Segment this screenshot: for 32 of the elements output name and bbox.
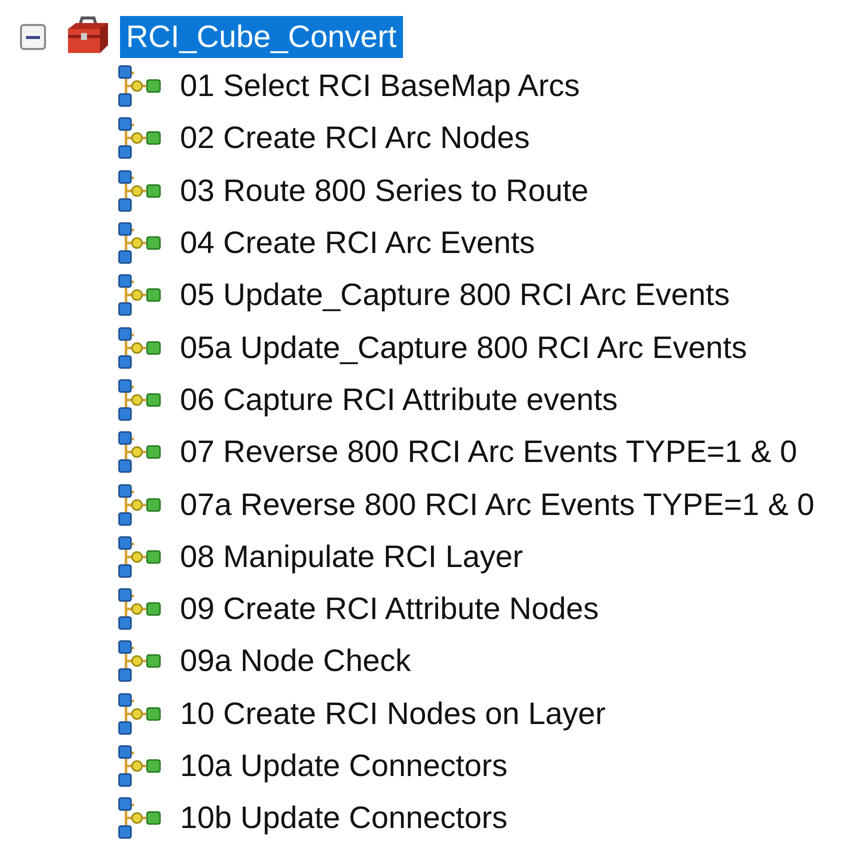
model-icon bbox=[116, 326, 164, 370]
tree-item[interactable]: 10b Update Connectors bbox=[174, 797, 514, 840]
model-icon bbox=[116, 378, 164, 422]
tree-item[interactable]: 05a Update_Capture 800 RCI Arc Events bbox=[174, 326, 753, 369]
tree-item[interactable]: 01 Select RCI BaseMap Arcs bbox=[174, 65, 586, 108]
tree-item[interactable]: 09a Node Check bbox=[174, 640, 417, 682]
tree-item[interactable]: RCI_Cube_Convert bbox=[120, 16, 403, 58]
model-icon bbox=[116, 430, 164, 474]
model-icon bbox=[116, 64, 164, 108]
tree-item[interactable]: 08 Manipulate RCI Layer bbox=[174, 536, 529, 578]
model-icon bbox=[116, 273, 164, 318]
tree-item[interactable]: 10a Update Connectors bbox=[174, 745, 514, 787]
model-icon bbox=[116, 116, 164, 160]
tree-item[interactable]: 07 Reverse 800 RCI Arc Events TYPE=1 & 0 bbox=[174, 431, 804, 474]
tree-item[interactable]: 10 Create RCI Nodes on Layer bbox=[174, 692, 612, 735]
model-icon bbox=[116, 482, 164, 527]
tree-item[interactable]: 05 Update_Capture 800 RCI Arc Events bbox=[174, 274, 736, 316]
model-icon bbox=[116, 168, 164, 213]
model-icon bbox=[116, 534, 164, 579]
tree-item[interactable]: 03 Route 800 Series to Route bbox=[174, 170, 594, 212]
model-icon bbox=[116, 587, 164, 632]
collapse-icon[interactable] bbox=[20, 24, 46, 50]
model-icon bbox=[116, 639, 164, 684]
tree-item[interactable]: 06 Capture RCI Attribute events bbox=[174, 378, 624, 421]
tree-item[interactable]: 07a Reverse 800 RCI Arc Events TYPE=1 & 0 bbox=[174, 484, 820, 526]
model-icon bbox=[116, 796, 164, 840]
model-icon bbox=[116, 692, 164, 736]
tree-item[interactable]: 04 Create RCI Arc Events bbox=[174, 222, 541, 264]
model-icon bbox=[116, 744, 164, 788]
tree-item[interactable]: 09 Create RCI Attribute Nodes bbox=[174, 588, 605, 630]
model-icon bbox=[116, 221, 164, 266]
tree-item[interactable]: 02 Create RCI Arc Nodes bbox=[174, 117, 536, 160]
